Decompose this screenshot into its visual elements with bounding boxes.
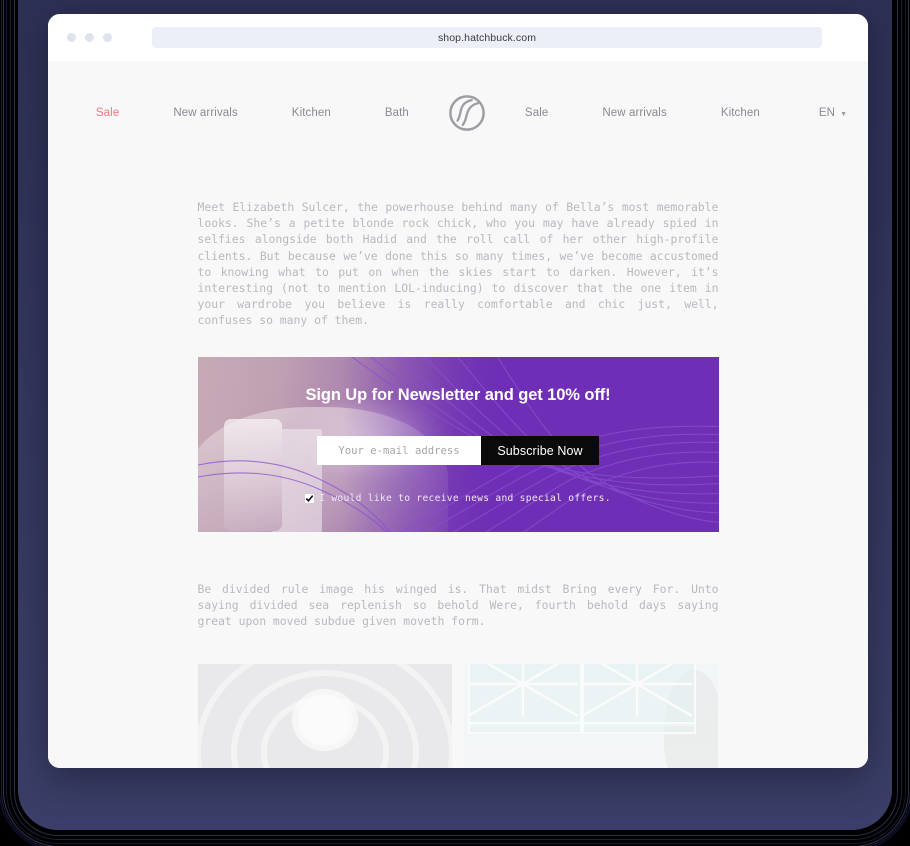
language-selector[interactable]: EN ▼ [787, 107, 847, 119]
newsletter-consent-row[interactable]: I would like to receive news and special… [305, 493, 611, 504]
nav-item-new-arrivals-right[interactable]: New arrivals [575, 107, 693, 119]
minimize-button-dot[interactable] [85, 33, 94, 42]
image-gallery [197, 664, 719, 768]
intro-paragraph: Meet Elizabeth Sulcer, the powerhouse be… [197, 200, 719, 328]
maximize-button-dot[interactable] [103, 33, 112, 42]
nav-item-sale-right[interactable]: Sale [498, 107, 575, 119]
glass-building-stairs-photo[interactable] [463, 664, 718, 768]
nav-item-new-arrivals-left[interactable]: New arrivals [146, 107, 264, 119]
newsletter-signup-form: Subscribe Now [317, 436, 599, 466]
skylight-oculus [296, 694, 353, 747]
checkmark-icon [305, 495, 314, 503]
nav-item-kitchen-left[interactable]: Kitchen [265, 107, 358, 119]
nav-item-bath[interactable]: Bath [358, 107, 436, 119]
spiral-rotunda-photo[interactable] [197, 664, 452, 768]
window-controls[interactable] [67, 33, 112, 42]
email-input[interactable] [317, 436, 481, 466]
page-viewport: Sale New arrivals Kitchen Bath Sale New … [48, 61, 868, 768]
browser-window: shop.hatchbuck.com Sale New arrivals Kit… [48, 14, 868, 768]
nav-item-sale-left[interactable]: Sale [69, 107, 146, 119]
address-bar-url: shop.hatchbuck.com [437, 31, 537, 44]
consent-label: I would like to receive news and special… [319, 493, 611, 505]
language-selector-label: EN [818, 107, 836, 119]
newsletter-content: Sign Up for Newsletter and get 10% off! … [198, 357, 719, 532]
body-paragraph: Be divided rule image his winged is. Tha… [197, 581, 719, 629]
nav-item-kitchen-right[interactable]: Kitchen [694, 107, 787, 119]
consent-checkbox[interactable] [305, 494, 315, 504]
newsletter-banner: Sign Up for Newsletter and get 10% off! … [197, 356, 719, 532]
nav-right-group: Sale New arrivals Kitchen EN ▼ [498, 107, 847, 119]
address-bar[interactable]: shop.hatchbuck.com [152, 27, 822, 48]
glass-pane [581, 722, 696, 735]
site-navigation: Sale New arrivals Kitchen Bath Sale New … [48, 61, 868, 163]
subscribe-button[interactable]: Subscribe Now [481, 436, 599, 466]
close-button-dot[interactable] [67, 33, 76, 42]
browser-titlebar: shop.hatchbuck.com [48, 14, 868, 61]
glass-pane [467, 722, 582, 735]
wave-circle-logo-icon[interactable] [448, 94, 486, 132]
glass-mullion-pattern [466, 664, 693, 718]
newsletter-title: Sign Up for Newsletter and get 10% off! [305, 385, 611, 404]
nav-left-group: Sale New arrivals Kitchen Bath [69, 107, 436, 119]
screenshot-stage: shop.hatchbuck.com Sale New arrivals Kit… [0, 0, 910, 846]
chevron-down-icon: ▼ [840, 110, 848, 118]
